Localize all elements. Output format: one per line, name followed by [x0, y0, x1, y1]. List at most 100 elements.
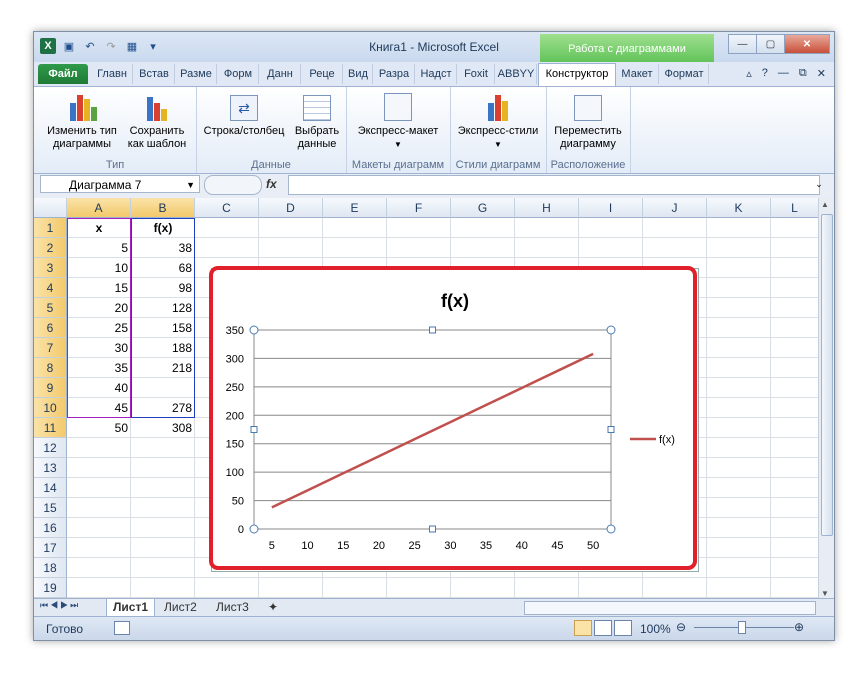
cell-b6[interactable]: 158 — [131, 318, 195, 338]
minimize-ribbon-icon[interactable]: ▵ — [746, 67, 752, 80]
row-header-11[interactable]: 11 — [34, 418, 67, 438]
close-button[interactable]: ✕ — [784, 34, 830, 54]
cell-b8[interactable]: 218 — [131, 358, 195, 378]
select-data-button[interactable]: Выбрать данные — [288, 91, 346, 151]
doc-restore-icon[interactable]: ⧉ — [799, 67, 807, 80]
line-chart[interactable]: f(x) 0 50 100 150 200 250 300 350 5 10 15 20 25 30 35 40… — [212, 269, 698, 571]
row-header-14[interactable]: 14 — [34, 478, 67, 498]
cell-a6[interactable]: 25 — [67, 318, 131, 338]
horizontal-scrollbar[interactable] — [524, 601, 816, 615]
cell-a7[interactable]: 30 — [67, 338, 131, 358]
tab-insert[interactable]: Встав — [134, 64, 175, 84]
cell-a10[interactable]: 45 — [67, 398, 131, 418]
row-header-1[interactable]: 1 — [34, 218, 67, 238]
maximize-button[interactable]: ▢ — [756, 34, 785, 54]
zoom-out-icon[interactable]: ⊖ — [676, 620, 686, 634]
sheet-tab-2[interactable]: Лист2 — [158, 599, 203, 616]
insert-sheet-icon[interactable]: ✦ — [262, 599, 284, 616]
row-header-3[interactable]: 3 — [34, 258, 67, 278]
row-header-12[interactable]: 12 — [34, 438, 67, 458]
zoom-level[interactable]: 100% — [640, 622, 671, 636]
row-header-15[interactable]: 15 — [34, 498, 67, 518]
move-chart-button[interactable]: Переместить диаграмму — [548, 91, 628, 151]
macro-record-icon[interactable] — [114, 621, 130, 635]
quick-layout-button[interactable]: Экспресс-макет ▼ — [352, 91, 444, 151]
column-header-i[interactable]: I — [579, 198, 643, 218]
zoom-slider-thumb[interactable] — [738, 621, 746, 634]
cell-a11[interactable]: 50 — [67, 418, 131, 438]
row-header-10[interactable]: 10 — [34, 398, 67, 418]
cell-a8[interactable]: 35 — [67, 358, 131, 378]
tab-foxit[interactable]: Foxit — [458, 64, 495, 84]
insert-function-icon[interactable]: fx — [266, 177, 277, 191]
vertical-scrollbar[interactable]: ▲ ▼ — [818, 198, 834, 600]
cell-b7[interactable]: 188 — [131, 338, 195, 358]
row-header-6[interactable]: 6 — [34, 318, 67, 338]
row-header-13[interactable]: 13 — [34, 458, 67, 478]
row-header-16[interactable]: 16 — [34, 518, 67, 538]
row-header-2[interactable]: 2 — [34, 238, 67, 258]
row-header-19[interactable]: 19 — [34, 578, 67, 598]
sheet-nav-icons[interactable]: ⏮◀▶⏭ — [40, 600, 80, 611]
doc-close-icon[interactable]: ✕ — [817, 67, 826, 80]
save-as-template-button[interactable]: Сохранить как шаблон — [122, 91, 192, 151]
column-header-h[interactable]: H — [515, 198, 579, 218]
cell-b2[interactable]: 38 — [131, 238, 195, 258]
row-header-18[interactable]: 18 — [34, 558, 67, 578]
tab-layout[interactable]: Макет — [616, 64, 659, 84]
cell-a4[interactable]: 15 — [67, 278, 131, 298]
cell-a1[interactable]: x — [67, 218, 131, 238]
cell-a5[interactable]: 20 — [67, 298, 131, 318]
row-header-17[interactable]: 17 — [34, 538, 67, 558]
page-layout-view-icon[interactable] — [594, 620, 612, 636]
cell-b3[interactable]: 68 — [131, 258, 195, 278]
page-break-view-icon[interactable] — [614, 620, 632, 636]
cell-a9[interactable]: 40 — [67, 378, 131, 398]
cell-b1[interactable]: f(x) — [131, 218, 195, 238]
tab-format[interactable]: Формат — [660, 64, 709, 84]
sheet-tab-1[interactable]: Лист1 — [106, 599, 156, 617]
cell-a3[interactable]: 10 — [67, 258, 131, 278]
column-header-a[interactable]: A — [67, 198, 131, 218]
column-header-e[interactable]: E — [323, 198, 387, 218]
column-header-d[interactable]: D — [259, 198, 323, 218]
help-icon[interactable]: ? — [762, 67, 768, 80]
tab-developer[interactable]: Разра — [374, 64, 415, 84]
column-header-l[interactable]: L — [771, 198, 819, 218]
tab-data[interactable]: Данн — [260, 64, 301, 84]
cell-a2[interactable]: 5 — [67, 238, 131, 258]
cell-b9[interactable] — [131, 378, 195, 398]
formula-input[interactable] — [288, 175, 820, 195]
sheet-tab-3[interactable]: Лист3 — [210, 599, 255, 616]
tab-abbyy[interactable]: ABBYY — [496, 64, 537, 84]
tab-home[interactable]: Главн — [92, 64, 133, 84]
chevron-down-icon[interactable]: ▼ — [186, 176, 195, 194]
column-header-g[interactable]: G — [451, 198, 515, 218]
tab-file[interactable]: Файл — [38, 64, 88, 84]
tab-view[interactable]: Вид — [344, 64, 373, 84]
normal-view-icon[interactable] — [574, 620, 592, 636]
cell-b5[interactable]: 128 — [131, 298, 195, 318]
column-header-c[interactable]: C — [195, 198, 259, 218]
column-header-b[interactable]: B — [131, 198, 195, 218]
scroll-up-icon[interactable]: ▲ — [821, 200, 829, 209]
chart-object[interactable]: f(x) 0 50 100 150 200 250 300 350 5 10 15 20 25 30 35 40… — [211, 268, 699, 572]
minimize-button[interactable]: — — [728, 34, 757, 54]
expand-formula-icon[interactable]: ⌄ — [811, 175, 827, 193]
doc-minimize-icon[interactable]: — — [778, 67, 789, 80]
switch-row-column-button[interactable]: ⇄ Строка/столбец — [200, 91, 288, 138]
column-header-k[interactable]: K — [707, 198, 771, 218]
name-box[interactable]: Диаграмма 7 ▼ — [40, 175, 200, 193]
row-header-4[interactable]: 4 — [34, 278, 67, 298]
tab-review[interactable]: Реце — [302, 64, 343, 84]
tab-page-layout[interactable]: Разме — [176, 64, 217, 84]
column-header-f[interactable]: F — [387, 198, 451, 218]
row-header-8[interactable]: 8 — [34, 358, 67, 378]
cell-b4[interactable]: 98 — [131, 278, 195, 298]
tab-formulas[interactable]: Форм — [218, 64, 259, 84]
scroll-down-icon[interactable]: ▼ — [821, 589, 829, 598]
row-header-5[interactable]: 5 — [34, 298, 67, 318]
row-header-9[interactable]: 9 — [34, 378, 67, 398]
tab-addins[interactable]: Надст — [416, 64, 457, 84]
cell-b11[interactable]: 308 — [131, 418, 195, 438]
